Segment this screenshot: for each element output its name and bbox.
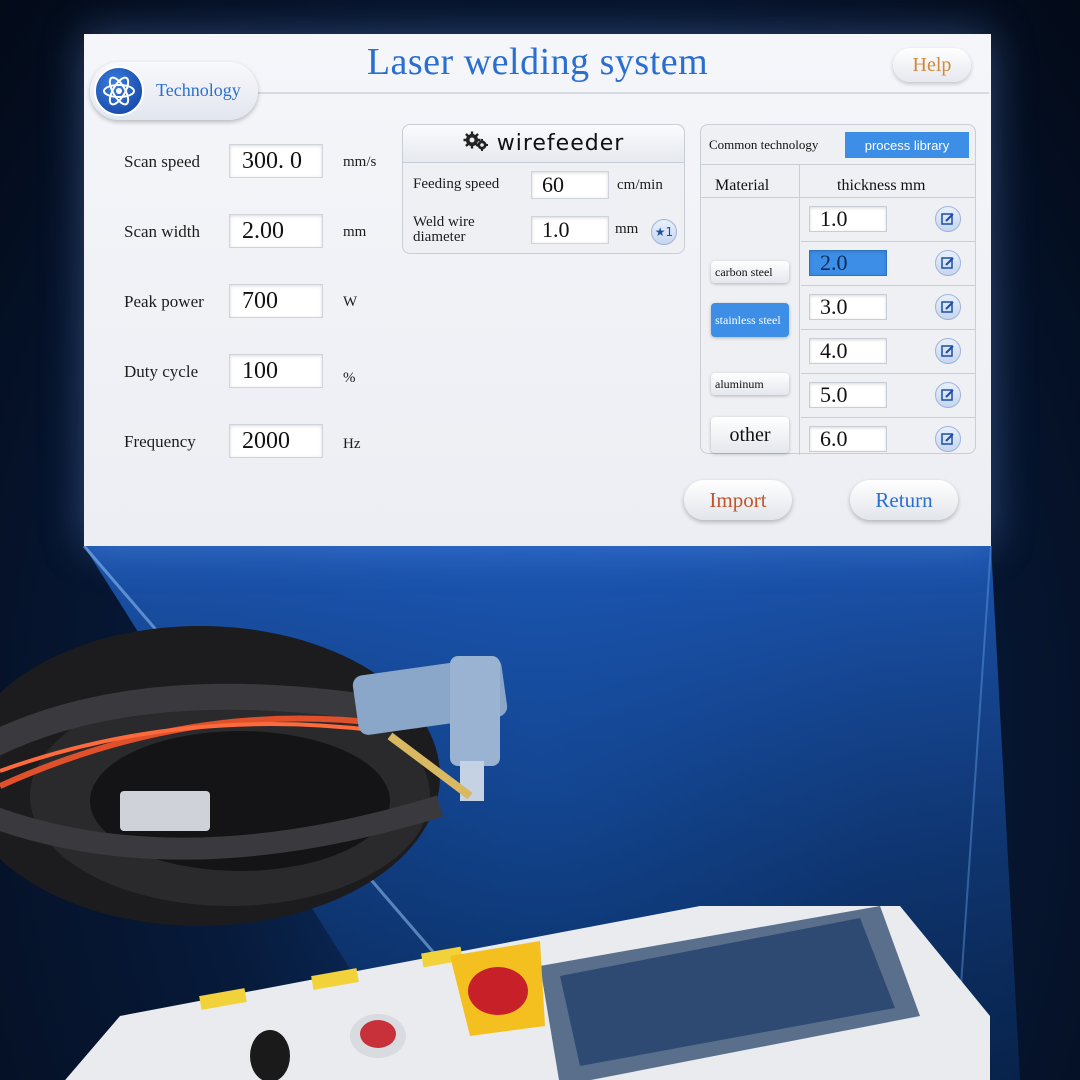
param-unit: mm bbox=[343, 224, 367, 240]
help-button[interactable]: Help bbox=[893, 48, 971, 82]
star-badge-button[interactable]: ★1 bbox=[651, 219, 677, 245]
import-button[interactable]: Import bbox=[684, 480, 792, 520]
thickness-row: 2.0 bbox=[801, 242, 975, 286]
material-carbon-steel[interactable]: carbon steel bbox=[711, 261, 789, 283]
feeding-speed-input[interactable]: 60 bbox=[531, 171, 609, 199]
edit-icon[interactable] bbox=[935, 294, 961, 320]
technology-button[interactable]: Technology bbox=[90, 62, 258, 120]
wire-diameter-unit: mm bbox=[615, 221, 639, 237]
param-scan-speed: Scan speed 300. 0 mm/s bbox=[124, 144, 404, 184]
thickness-value[interactable]: 4.0 bbox=[809, 338, 887, 364]
thickness-row: 1.0 bbox=[801, 198, 975, 242]
tab-process-library[interactable]: process library bbox=[845, 132, 969, 158]
scan-speed-input[interactable]: 300. 0 bbox=[229, 144, 323, 178]
param-label: Duty cycle bbox=[124, 362, 199, 381]
feeding-speed-unit: cm/min bbox=[617, 177, 663, 193]
thickness-row: 3.0 bbox=[801, 286, 975, 330]
param-peak-power: Peak power 700 W bbox=[124, 284, 404, 324]
edit-icon[interactable] bbox=[935, 250, 961, 276]
feeding-speed-label: Feeding speed bbox=[413, 176, 500, 192]
param-unit: W bbox=[343, 294, 358, 310]
duty-cycle-input[interactable]: 100 bbox=[229, 354, 323, 388]
thickness-value[interactable]: 1.0 bbox=[809, 206, 887, 232]
edit-icon[interactable] bbox=[935, 338, 961, 364]
param-unit: Hz bbox=[343, 436, 361, 452]
param-label: Frequency bbox=[124, 432, 196, 451]
param-unit: % bbox=[343, 370, 356, 386]
wirefeeder-header: wirefeeder bbox=[403, 125, 684, 163]
material-column-header: Material bbox=[715, 177, 770, 194]
param-duty-cycle: Duty cycle 100 % bbox=[124, 354, 404, 394]
thickness-row: 6.0 bbox=[801, 418, 975, 462]
scan-width-input[interactable]: 2.00 bbox=[229, 214, 323, 248]
machine-body bbox=[65, 906, 990, 1080]
material-other[interactable]: other bbox=[711, 417, 789, 453]
tab-common-technology[interactable]: Common technology bbox=[709, 137, 818, 153]
thickness-value[interactable]: 6.0 bbox=[809, 426, 887, 452]
frequency-input[interactable]: 2000 bbox=[229, 424, 323, 458]
welding-machine-scene bbox=[0, 626, 990, 1080]
edit-icon[interactable] bbox=[935, 206, 961, 232]
param-label: Scan speed bbox=[124, 152, 201, 171]
thickness-value[interactable]: 5.0 bbox=[809, 382, 887, 408]
header-divider bbox=[254, 92, 989, 94]
thickness-value[interactable]: 3.0 bbox=[809, 294, 887, 320]
thickness-value[interactable]: 2.0 bbox=[809, 250, 887, 276]
peak-power-input[interactable]: 700 bbox=[229, 284, 323, 318]
material-stainless-steel[interactable]: stainless steel bbox=[711, 303, 789, 337]
thickness-column-header: thickness mm bbox=[837, 177, 926, 194]
library-tabs: Common technology process library bbox=[701, 125, 975, 165]
laser-welding-panel: Laser welding system Help Technology Sca… bbox=[84, 34, 991, 546]
technology-label: Technology bbox=[156, 80, 241, 100]
wire-diameter-label: Weld wire bbox=[413, 214, 475, 230]
wire-diameter-input[interactable]: 1.0 bbox=[531, 216, 609, 244]
thickness-row: 5.0 bbox=[801, 374, 975, 418]
cable-bundle bbox=[0, 626, 444, 926]
process-library-panel: Common technology process library Materi… bbox=[700, 124, 976, 455]
edit-icon[interactable] bbox=[935, 382, 961, 408]
edit-icon[interactable] bbox=[935, 426, 961, 452]
gears-icon bbox=[463, 130, 489, 157]
wire-diameter-label-2: diameter bbox=[413, 229, 466, 245]
param-frequency: Frequency 2000 Hz bbox=[124, 424, 404, 464]
column-divider bbox=[799, 165, 800, 455]
wirefeeder-panel: wirefeeder Feeding speed 60 cm/min Weld … bbox=[402, 124, 685, 254]
param-label: Scan width bbox=[124, 222, 201, 241]
param-scan-width: Scan width 2.00 mm bbox=[124, 214, 404, 254]
thickness-row: 4.0 bbox=[801, 330, 975, 374]
wirefeeder-title: wirefeeder bbox=[496, 131, 625, 156]
return-button[interactable]: Return bbox=[850, 480, 958, 520]
param-label: Peak power bbox=[124, 292, 204, 311]
material-aluminum[interactable]: aluminum bbox=[711, 373, 789, 395]
param-unit: mm/s bbox=[343, 154, 377, 170]
atom-icon bbox=[94, 66, 144, 116]
